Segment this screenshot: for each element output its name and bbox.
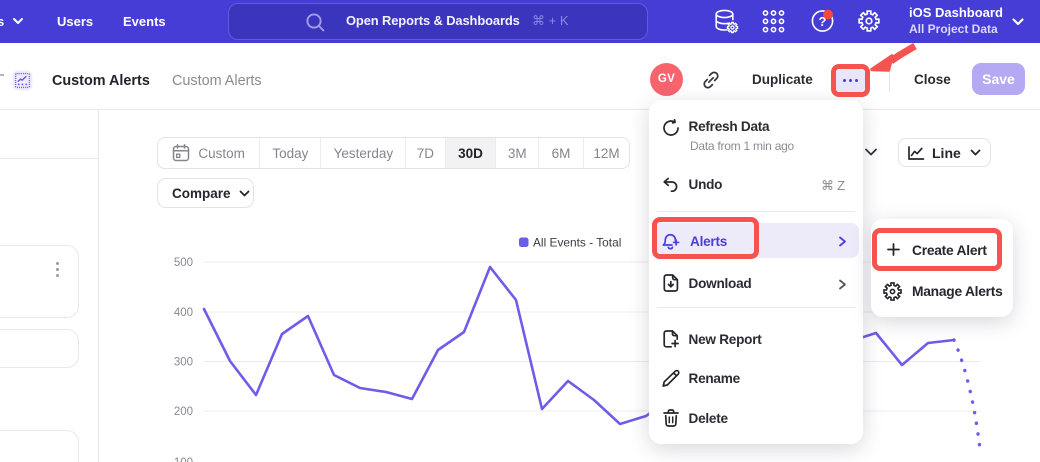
svg-text:500: 500 <box>174 257 193 269</box>
svg-text:400: 400 <box>174 307 193 319</box>
svg-text:300: 300 <box>174 357 193 369</box>
svg-text:100: 100 <box>174 457 193 462</box>
svg-text:200: 200 <box>174 406 193 418</box>
svg-text:All Events - Total: All Events - Total <box>533 236 621 250</box>
